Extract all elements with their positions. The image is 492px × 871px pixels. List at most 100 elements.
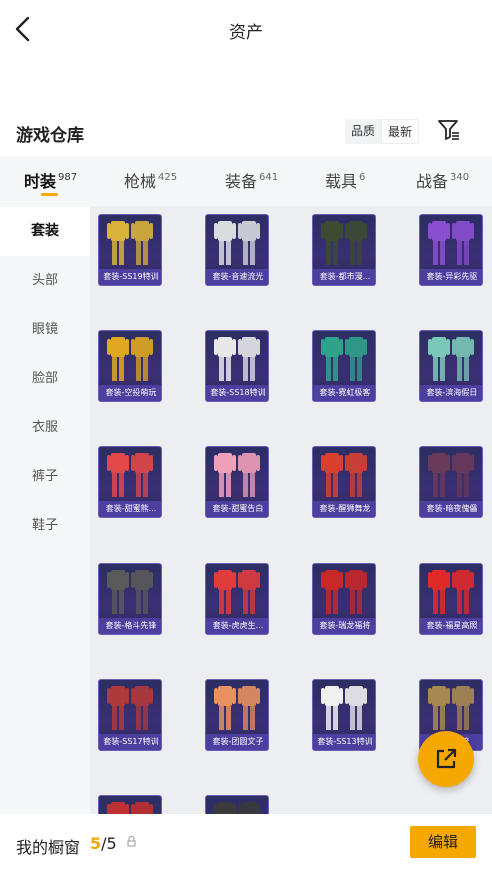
sidebar-item-face[interactable]: 脸部 (0, 354, 90, 403)
outfit-thumbnail (321, 570, 367, 614)
outfit-card-label: 套装-空投萌玩 (99, 385, 161, 401)
tab-label: 枪械 (124, 172, 157, 191)
outfit-card-label: 套装-福星高照 (420, 618, 482, 634)
tab-supplies[interactable]: 战备 340 (416, 168, 469, 192)
outfit-card[interactable]: 套装-甜蜜告白 (205, 446, 269, 518)
outfit-card[interactable]: 套装-音速流光 (205, 214, 269, 286)
outfit-thumbnail (107, 570, 153, 614)
outfit-card[interactable]: 套装-虎虎生... (205, 563, 269, 635)
outfit-thumbnail (214, 802, 260, 814)
outfit-card-label: 套装-团圆文子 (206, 734, 268, 750)
showcase-count: 5/5 (90, 834, 117, 853)
edit-button[interactable]: 编辑 (410, 826, 476, 858)
outfit-card[interactable] (205, 795, 269, 814)
sort-by-quality-button[interactable]: 品质 (345, 119, 381, 144)
outfit-thumbnail (321, 221, 367, 265)
outfit-card[interactable]: 套装-福星高照 (419, 563, 483, 635)
outfit-card[interactable]: 套装-空投萌玩 (98, 330, 162, 402)
category-tabs: 时装 987 枪械 425 装备 641 载具 6 战备 340 (0, 156, 492, 206)
outfit-card[interactable]: 套装-异彩先驱 (419, 214, 483, 286)
active-tab-indicator (41, 193, 58, 196)
outfit-card[interactable]: 套装-SS17特训 (98, 679, 162, 751)
outfit-thumbnail (107, 686, 153, 730)
tab-vehicles[interactable]: 载具 6 (325, 168, 365, 192)
outfit-card[interactable]: 套装-霓虹极客 (312, 330, 376, 402)
sidebar-item-clothes[interactable]: 衣服 (0, 403, 90, 452)
showcase-current: 5 (90, 834, 102, 853)
outfit-card-label: 套装-SS19特训 (99, 269, 161, 285)
tab-count: 987 (58, 172, 78, 183)
outfit-thumbnail (321, 686, 367, 730)
page-title: 资产 (229, 23, 263, 43)
sidebar-item-pants[interactable]: 裤子 (0, 452, 90, 501)
sort-toggle: 品质 最新 (345, 119, 420, 144)
tab-guns[interactable]: 枪械 425 (124, 168, 177, 192)
external-link-icon (436, 748, 457, 769)
tab-fashion[interactable]: 时装 987 (24, 168, 77, 192)
outfit-card-label: 套装-SS18特训 (206, 385, 268, 401)
top-bar: 资产 (0, 0, 492, 58)
outfit-card-label: 套装-滨海假日 (420, 385, 482, 401)
outfit-card[interactable]: 套装-团圆文子 (205, 679, 269, 751)
outfit-card[interactable]: 套装-甜蜜熊... (98, 446, 162, 518)
tab-equipment[interactable]: 装备 641 (225, 168, 278, 192)
outfit-card[interactable]: 套装-暗夜傀儡 (419, 446, 483, 518)
outfit-thumbnail (107, 221, 153, 265)
outfit-card[interactable]: 套装-醒狮舞龙 (312, 446, 376, 518)
subcategory-sidebar: 套装 头部 眼镜 脸部 衣服 裤子 鞋子 (0, 206, 90, 814)
outfit-thumbnail (107, 802, 153, 814)
tab-count: 641 (259, 172, 279, 183)
outfit-thumbnail (214, 453, 260, 497)
outfit-card-label: 套装-格斗先锋 (99, 618, 161, 634)
outfit-card[interactable]: 套装-瑞龙福将 (312, 563, 376, 635)
outfit-card[interactable]: 套装-SS18特训 (205, 330, 269, 402)
tab-label: 时装 (24, 172, 57, 191)
outfit-card[interactable]: 套装-SS19特训 (98, 214, 162, 286)
outfit-card-label: 套装-音速流光 (206, 269, 268, 285)
outfit-card-label: 套装-瑞龙福将 (313, 618, 375, 634)
outfit-thumbnail (214, 686, 260, 730)
outfit-card-label: 套装-甜蜜告白 (206, 501, 268, 517)
sidebar-item-outfit[interactable]: 套装 (0, 207, 90, 256)
tab-label: 战备 (416, 172, 449, 191)
outfit-card-label: 套装-暗夜傀儡 (420, 501, 482, 517)
outfit-card-label: 套装-甜蜜熊... (99, 501, 161, 517)
sidebar-item-head[interactable]: 头部 (0, 256, 90, 305)
outfit-thumbnail (214, 337, 260, 381)
outfit-thumbnail (428, 337, 474, 381)
outfit-thumbnail (428, 686, 474, 730)
outfit-card[interactable] (98, 795, 162, 814)
tab-count: 340 (450, 172, 470, 183)
tab-count: 6 (359, 172, 366, 183)
share-button[interactable] (418, 731, 474, 787)
outfit-card-label: 套装-都市漫... (313, 269, 375, 285)
outfit-card-label: 套装-霓虹极客 (313, 385, 375, 401)
tab-label: 装备 (225, 172, 258, 191)
filter-icon[interactable] (437, 118, 461, 142)
warehouse-title: 游戏仓库 (16, 126, 84, 146)
sidebar-item-glasses[interactable]: 眼镜 (0, 305, 90, 354)
outfit-card-label: 套装-SS17特训 (99, 734, 161, 750)
outfit-thumbnail (428, 453, 474, 497)
outfit-thumbnail (214, 570, 260, 614)
tab-count: 425 (158, 172, 178, 183)
item-grid: 套装-SS19特训 套装-音速流光 套装-都市漫... 套装-异彩先驱 套装-空投萌玩套… (90, 206, 492, 814)
sidebar-item-shoes[interactable]: 鞋子 (0, 501, 90, 550)
outfit-card-label: 套装-异彩先驱 (420, 269, 482, 285)
showcase-bar: 我的橱窗 5/5 编辑 (0, 814, 492, 871)
showcase-label: 我的橱窗 (16, 838, 81, 857)
outfit-thumbnail (428, 221, 474, 265)
outfit-card[interactable]: 套装-SS13特训 (312, 679, 376, 751)
outfit-thumbnail (428, 570, 474, 614)
outfit-card-label: 套装-SS13特训 (313, 734, 375, 750)
outfit-card[interactable]: 套装-格斗先锋 (98, 563, 162, 635)
outfit-thumbnail (321, 453, 367, 497)
warehouse-header: 游戏仓库 品质 最新 (0, 112, 492, 152)
outfit-thumbnail (321, 337, 367, 381)
sort-by-newest-button[interactable]: 最新 (381, 119, 420, 144)
outfit-thumbnail (107, 337, 153, 381)
outfit-card[interactable]: 套装-滨海假日 (419, 330, 483, 402)
outfit-thumbnail (214, 221, 260, 265)
outfit-thumbnail (107, 453, 153, 497)
outfit-card[interactable]: 套装-都市漫... (312, 214, 376, 286)
